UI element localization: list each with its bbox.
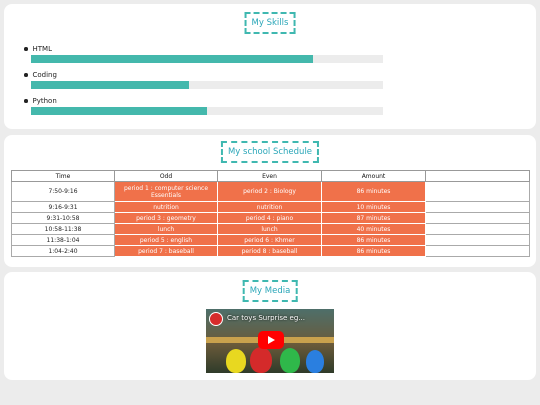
even-cell: period 4 : piano [217, 212, 322, 224]
column-header-even: Even [217, 170, 322, 182]
skill-progress-track [31, 55, 383, 63]
skill-item-html: HTML [24, 44, 386, 63]
even-cell: period 2 : Biology [217, 181, 322, 202]
even-cell: period 6 : Khmer [217, 234, 322, 246]
schedule-section: My school Schedule Time Odd Even Amount … [4, 135, 536, 267]
amount-cell: 40 minutes [321, 223, 426, 235]
time-cell: 11:38-1:04 [11, 234, 115, 246]
empty-cell [425, 212, 530, 224]
column-header-amount: Amount [321, 170, 426, 182]
empty-cell [425, 234, 530, 246]
bullet-icon [24, 73, 28, 77]
time-cell: 9:31-10:58 [11, 212, 115, 224]
even-cell: nutrition [217, 201, 322, 213]
time-cell: 10:58-11:38 [11, 223, 115, 235]
even-cell: period 8 : baseball [217, 245, 322, 257]
table-header-row: Time Odd Even Amount [11, 170, 530, 182]
time-cell: 9:16-9:31 [11, 201, 115, 213]
bullet-icon [24, 99, 28, 103]
video-title[interactable]: Car toys Surprise eg... [227, 314, 305, 322]
skill-progress-fill [31, 81, 190, 89]
odd-cell: lunch [114, 223, 218, 235]
media-section: My Media Car toys Surprise eg... [4, 272, 536, 380]
skill-label: Python [32, 97, 57, 105]
time-cell: 1:04-2:40 [11, 245, 115, 257]
schedule-table: Time Odd Even Amount 7:50-9:16 period 1 … [11, 170, 530, 257]
skill-progress-fill [31, 107, 207, 115]
skill-label: Coding [32, 71, 57, 79]
empty-cell [425, 181, 530, 202]
amount-cell: 87 minutes [321, 212, 426, 224]
play-icon [268, 336, 275, 344]
table-row: 10:58-11:38 lunch lunch 40 minutes [11, 223, 530, 235]
column-header-empty [425, 170, 530, 182]
amount-cell: 86 minutes [321, 234, 426, 246]
bullet-icon [24, 47, 28, 51]
egg-blue [306, 350, 324, 373]
odd-cell: period 1 : computer science Essentials [114, 181, 218, 202]
even-cell: lunch [217, 223, 322, 235]
table-row: 9:16-9:31 nutrition nutrition 10 minutes [11, 201, 530, 213]
column-header-odd: Odd [114, 170, 218, 182]
empty-cell [425, 201, 530, 213]
column-header-time: Time [11, 170, 115, 182]
skills-title: My Skills [244, 12, 296, 34]
egg-green [280, 348, 300, 373]
amount-cell: 86 minutes [321, 245, 426, 257]
skill-progress-fill [31, 55, 313, 63]
odd-cell: nutrition [114, 201, 218, 213]
video-embed[interactable]: Car toys Surprise eg... [206, 309, 334, 373]
play-button[interactable] [258, 331, 284, 349]
odd-cell: period 5 : english [114, 234, 218, 246]
skill-item-python: Python [24, 96, 386, 115]
skill-progress-track [31, 107, 383, 115]
skill-progress-track [31, 81, 383, 89]
channel-avatar[interactable] [209, 312, 223, 326]
empty-cell [425, 245, 530, 257]
skills-section: My Skills HTML Coding Python [4, 4, 536, 129]
table-row: 9:31-10:58 period 3 : geometry period 4 … [11, 212, 530, 224]
table-row: 11:38-1:04 period 5 : english period 6 :… [11, 234, 530, 246]
time-cell: 7:50-9:16 [11, 181, 115, 202]
odd-cell: period 3 : geometry [114, 212, 218, 224]
amount-cell: 86 minutes [321, 181, 426, 202]
table-row: 1:04-2:40 period 7 : baseball period 8 :… [11, 245, 530, 257]
odd-cell: period 7 : baseball [114, 245, 218, 257]
table-row: 7:50-9:16 period 1 : computer science Es… [11, 181, 530, 202]
schedule-title: My school Schedule [220, 141, 320, 163]
media-title: My Media [242, 280, 298, 302]
skill-item-coding: Coding [24, 70, 386, 89]
empty-cell [425, 223, 530, 235]
skill-label: HTML [32, 45, 52, 53]
egg-red [250, 347, 272, 373]
amount-cell: 10 minutes [321, 201, 426, 213]
egg-yellow [226, 349, 246, 373]
